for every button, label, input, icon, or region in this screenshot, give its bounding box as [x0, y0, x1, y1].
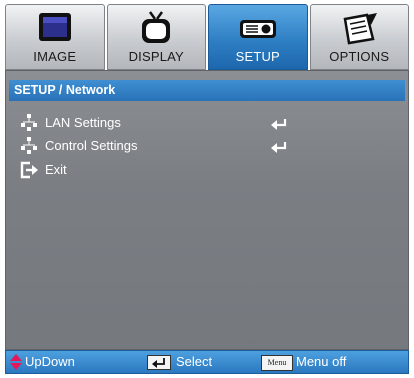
hint-menu-off-label: Menu off: [296, 354, 347, 369]
tab-setup[interactable]: SETUP: [208, 4, 308, 70]
tab-image[interactable]: IMAGE: [5, 4, 105, 70]
menu-item-label: LAN Settings: [45, 115, 121, 130]
enter-key-icon: [147, 355, 171, 370]
tab-display-label: DISPLAY: [128, 49, 184, 64]
enter-icon: [271, 142, 287, 153]
breadcrumb: SETUP / Network: [9, 80, 405, 101]
tab-image-label: IMAGE: [33, 49, 77, 64]
monitor-icon: [38, 13, 71, 41]
menu-item-label: Control Settings: [45, 138, 138, 153]
menu-key-icon: Menu: [261, 355, 293, 371]
exit-icon: [20, 161, 38, 179]
tab-setup-label: SETUP: [235, 49, 280, 64]
tab-options-label: OPTIONS: [329, 49, 390, 64]
network-icon: [21, 114, 37, 131]
enter-icon: [271, 119, 287, 130]
tab-options[interactable]: OPTIONS: [309, 4, 409, 70]
menu-item-control-settings[interactable]: Control Settings: [20, 136, 400, 156]
network-icon: [21, 137, 37, 154]
menu-item-exit[interactable]: Exit: [20, 160, 400, 180]
projector-icon: [239, 20, 276, 38]
menu-panel: SETUP / Network LAN Settings Control Set…: [5, 70, 409, 350]
hint-updown-label: UpDown: [25, 354, 75, 369]
menu-item-lan-settings[interactable]: LAN Settings: [20, 113, 400, 133]
tab-display[interactable]: DISPLAY: [106, 4, 206, 70]
footer-hint-bar: UpDown Select Menu Menu off: [5, 350, 409, 374]
osd-menu: IMAGE DISPLAY SETUP OPTIONS SETUP / Netw…: [0, 0, 414, 378]
notepad-icon: [343, 13, 378, 45]
tv-icon: [142, 11, 171, 43]
tab-bar: IMAGE DISPLAY SETUP OPTIONS: [5, 4, 409, 70]
updown-arrow-icon: [10, 354, 22, 370]
hint-select-label: Select: [176, 354, 213, 369]
menu-item-label: Exit: [45, 162, 67, 177]
